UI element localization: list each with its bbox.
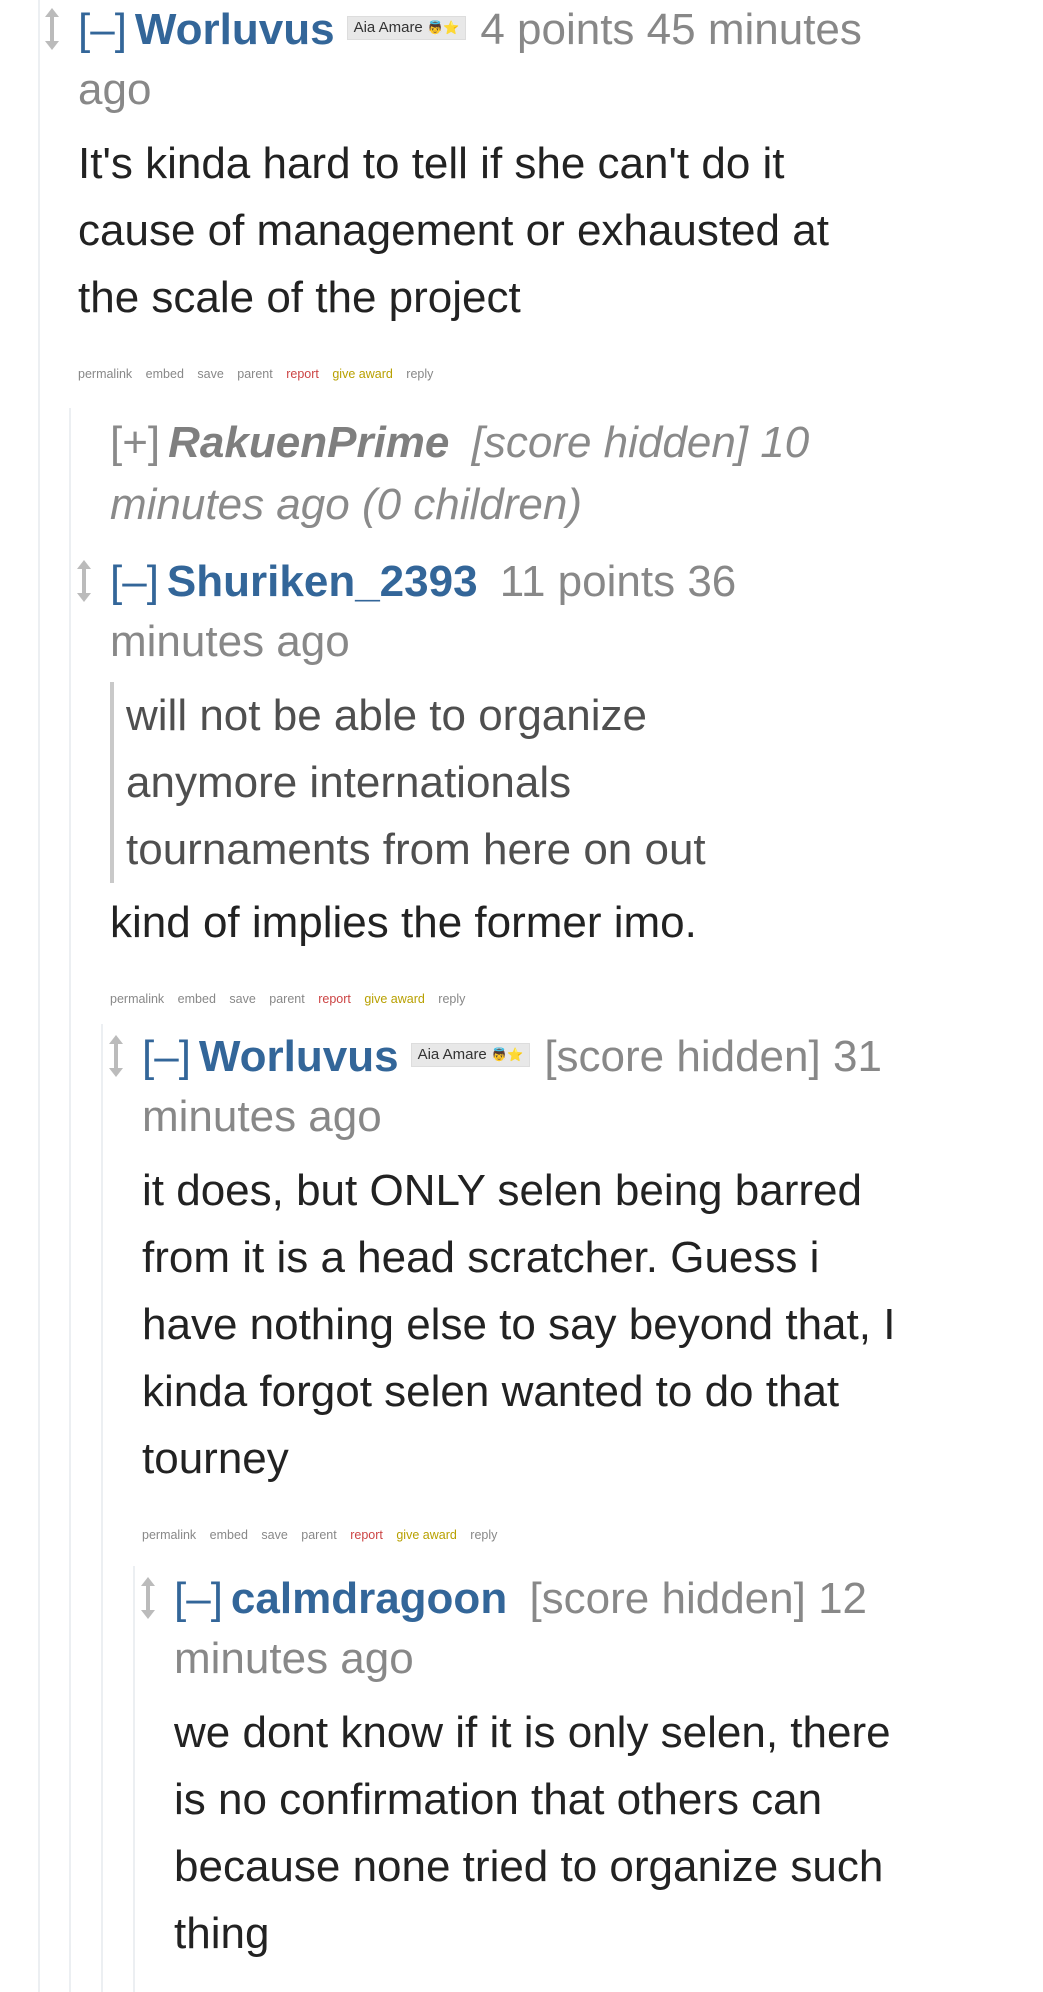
score: 11 points (499, 557, 676, 606)
comment-rakuenprime-collapsed: [+] RakuenPrime [score hidden] 10 minutes… (110, 412, 870, 536)
author-link[interactable]: Worluvus (199, 1032, 399, 1081)
author-link[interactable]: RakuenPrime (168, 418, 449, 467)
comment-worluvus-1: [–] Worluvus Aia Amare 👼⭐ 4 points 45 minut… (45, 0, 898, 381)
comment-tagline: [–] Shuriken_2393 11 points 36 minutes ag… (110, 552, 810, 672)
parent-link[interactable]: parent (301, 1528, 336, 1542)
score: [score hidden] (471, 418, 749, 467)
comment-body: it does, but ONLY selen being barred fro… (142, 1166, 896, 1483)
permalink-link[interactable]: permalink (142, 1528, 196, 1542)
report-link[interactable]: report (286, 367, 319, 381)
author-link[interactable]: calmdragoon (231, 1574, 507, 1623)
collapse-toggle[interactable]: [–] (142, 1032, 191, 1081)
save-link[interactable]: save (229, 992, 255, 1006)
permalink-link[interactable]: permalink (110, 992, 164, 1006)
reply-link[interactable]: reply (438, 992, 465, 1006)
thread-guide-2 (69, 408, 71, 1992)
comment-tagline: [–] Worluvus Aia Amare 👼⭐ 4 points 45 minut… (78, 0, 898, 120)
comment-tagline: [–] Worluvus Aia Amare 👼⭐ [score hidden] 31… (142, 1027, 882, 1147)
score: [score hidden] (529, 1574, 806, 1623)
author-link[interactable]: Shuriken_2393 (167, 557, 478, 606)
embed-link[interactable]: embed (146, 367, 184, 381)
comment-actions: permalink embed save parent report give … (110, 992, 930, 1006)
give-award-link[interactable]: give award (332, 367, 392, 381)
collapsed-tagline: [+] RakuenPrime [score hidden] 10 minutes… (110, 412, 870, 536)
vote-arrows-icon[interactable] (138, 1575, 158, 1621)
give-award-link[interactable]: give award (364, 992, 424, 1006)
collapse-toggle[interactable]: [–] (78, 5, 127, 54)
reply-link[interactable]: reply (470, 1528, 497, 1542)
comment-shuriken: [–] Shuriken_2393 11 points 36 minutes ag… (77, 552, 930, 1006)
score: 4 points (480, 5, 635, 54)
blockquote: will not be able to organize anymore int… (110, 682, 826, 883)
permalink-link[interactable]: permalink (78, 367, 132, 381)
collapse-toggle[interactable]: [–] (110, 557, 159, 606)
report-link[interactable]: report (318, 992, 351, 1006)
user-flair: Aia Amare 👼⭐ (346, 16, 467, 41)
expand-toggle[interactable]: [+] (110, 418, 160, 467)
comment-worluvus-2: [–] Worluvus Aia Amare 👼⭐ [score hidden] 31… (109, 1027, 902, 1542)
save-link[interactable]: save (197, 367, 223, 381)
author-link[interactable]: Worluvus (135, 5, 335, 54)
comment-tagline: [–] calmdragoon [score hidden] 12 minutes… (174, 1569, 894, 1689)
report-link[interactable]: report (350, 1528, 383, 1542)
flair-emoji-icon: 👼⭐ (426, 20, 460, 36)
flair-emoji-icon: 👼⭐ (490, 1047, 524, 1063)
score: [score hidden] (544, 1032, 821, 1081)
vote-arrows-icon[interactable] (42, 6, 62, 52)
save-link[interactable]: save (261, 1528, 287, 1542)
vote-arrows-icon[interactable] (74, 558, 94, 604)
comment-actions: permalink embed save parent report give … (78, 367, 898, 381)
vote-arrows-icon[interactable] (106, 1033, 126, 1079)
give-award-link[interactable]: give award (396, 1528, 456, 1542)
children-count: (0 children) (361, 480, 583, 529)
parent-link[interactable]: parent (237, 367, 272, 381)
thread-guide-1 (38, 0, 40, 1992)
parent-link[interactable]: parent (269, 992, 304, 1006)
embed-link[interactable]: embed (210, 1528, 248, 1542)
embed-link[interactable]: embed (178, 992, 216, 1006)
comment-body: kind of implies the former imo. (110, 898, 697, 947)
comment-body: It's kinda hard to tell if she can't do … (78, 139, 829, 322)
comment-body: we dont know if it is only selen, there … (174, 1708, 891, 1958)
user-flair: Aia Amare 👼⭐ (410, 1043, 531, 1068)
comment-actions: permalink embed save parent report give … (142, 1528, 902, 1542)
thread-guide-3 (101, 1024, 103, 1992)
thread-guide-4 (133, 1566, 135, 1992)
reply-link[interactable]: reply (406, 367, 433, 381)
comment-calmdragoon: [–] calmdragoon [score hidden] 12 minutes… (141, 1569, 894, 1967)
collapse-toggle[interactable]: [–] (174, 1574, 223, 1623)
